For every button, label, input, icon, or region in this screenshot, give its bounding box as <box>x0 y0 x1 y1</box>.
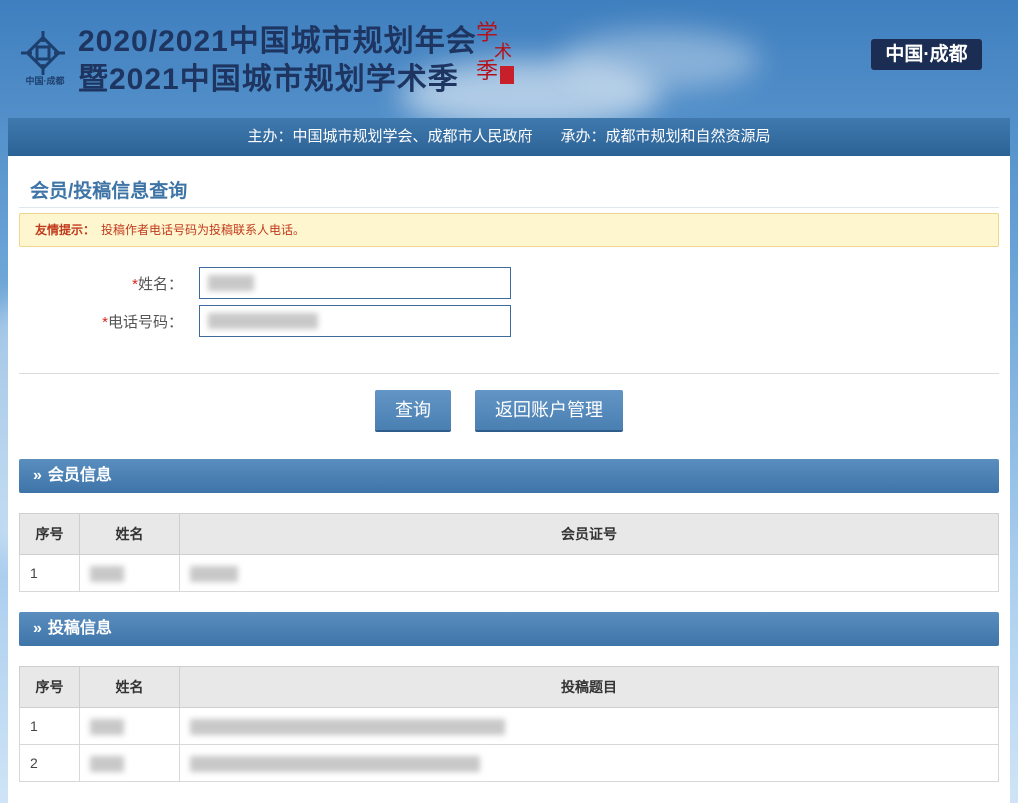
table-header-row: 序号 姓名 投稿题目 <box>19 666 999 708</box>
sponsor-bar: 主办：中国城市规划学会、成都市人民政府 承办：成都市规划和自然资源局 <box>8 118 1010 156</box>
member-section-header: » 会员信息 <box>19 459 999 493</box>
member-section-title: 会员信息 <box>47 467 112 484</box>
member-id-cell <box>179 554 999 592</box>
row-number: 2 <box>19 744 80 782</box>
notice-label: 友情提示： <box>35 223 96 237</box>
table-row: 2 <box>19 744 999 782</box>
page-title: 会员/投稿信息查询 <box>30 181 188 202</box>
redacted-value <box>190 718 505 735</box>
redacted-value <box>190 565 238 582</box>
column-header: 序号 <box>19 666 80 708</box>
main-panel: 主办：中国城市规划学会、成都市人民政府 承办：成都市规划和自然资源局 会员/投稿信… <box>8 118 1010 803</box>
submission-section-title: 投稿信息 <box>47 620 112 637</box>
author-name-cell <box>79 744 180 782</box>
double-chevron-icon: » <box>33 467 42 484</box>
site-header: 中国·成都 2020/2021中国城市规划年会 暨2021中国城市规划学术季 学… <box>0 0 1018 118</box>
phone-label-text: 电话号码： <box>107 314 183 331</box>
name-row: *姓名： <box>8 267 528 299</box>
name-label: *姓名： <box>132 273 183 294</box>
table-row: 1 <box>19 554 999 592</box>
author-name-cell <box>79 707 180 745</box>
redacted-value <box>208 313 318 329</box>
query-button[interactable]: 查询 <box>375 390 451 430</box>
submission-title-cell <box>179 707 999 745</box>
redacted-value <box>190 755 480 772</box>
member-name-cell <box>79 554 180 592</box>
name-input[interactable] <box>199 267 511 299</box>
redacted-value <box>90 565 124 582</box>
academic-season-seal-icon: 学 术 季 <box>476 21 514 84</box>
row-number: 1 <box>19 707 80 745</box>
submission-title-cell <box>179 744 999 782</box>
double-chevron-icon: » <box>33 620 42 637</box>
phone-input[interactable] <box>199 305 511 337</box>
location-badge: 中国·成都 <box>871 39 982 70</box>
svg-text:季: 季 <box>476 59 498 84</box>
table-row: 1 <box>19 707 999 745</box>
column-header: 会员证号 <box>179 513 999 555</box>
redacted-value <box>208 275 254 291</box>
title-divider <box>19 207 999 208</box>
column-header: 姓名 <box>79 666 180 708</box>
notice-banner: 友情提示： 投稿作者电话号码为投稿联系人电话。 <box>19 213 999 247</box>
name-label-text: 姓名： <box>137 276 183 293</box>
row-number: 1 <box>19 554 80 592</box>
back-to-account-button[interactable]: 返回账户管理 <box>475 390 623 430</box>
notice-text: 投稿作者电话号码为投稿联系人电话。 <box>101 223 306 237</box>
column-header: 姓名 <box>79 513 180 555</box>
member-table: 序号 姓名 会员证号 1 <box>19 513 999 592</box>
table-header-row: 序号 姓名 会员证号 <box>19 513 999 555</box>
phone-label: *电话号码： <box>102 311 183 332</box>
submission-table: 序号 姓名 投稿题目 1 2 <box>19 666 999 782</box>
redacted-value <box>90 718 124 735</box>
phone-row: *电话号码： <box>8 305 528 337</box>
host-text: 主办：中国城市规划学会、成都市人民政府 <box>247 128 533 145</box>
column-header: 序号 <box>19 513 80 555</box>
form-divider <box>19 373 999 374</box>
submission-section-header: » 投稿信息 <box>19 612 999 646</box>
organizer-text: 承办：成都市规划和自然资源局 <box>560 128 771 145</box>
logo-caption: 中国·成都 <box>25 76 65 86</box>
conference-title-line2: 暨2021中国城市规划学术季 <box>78 63 459 96</box>
redacted-value <box>90 755 124 772</box>
column-header: 投稿题目 <box>179 666 999 708</box>
